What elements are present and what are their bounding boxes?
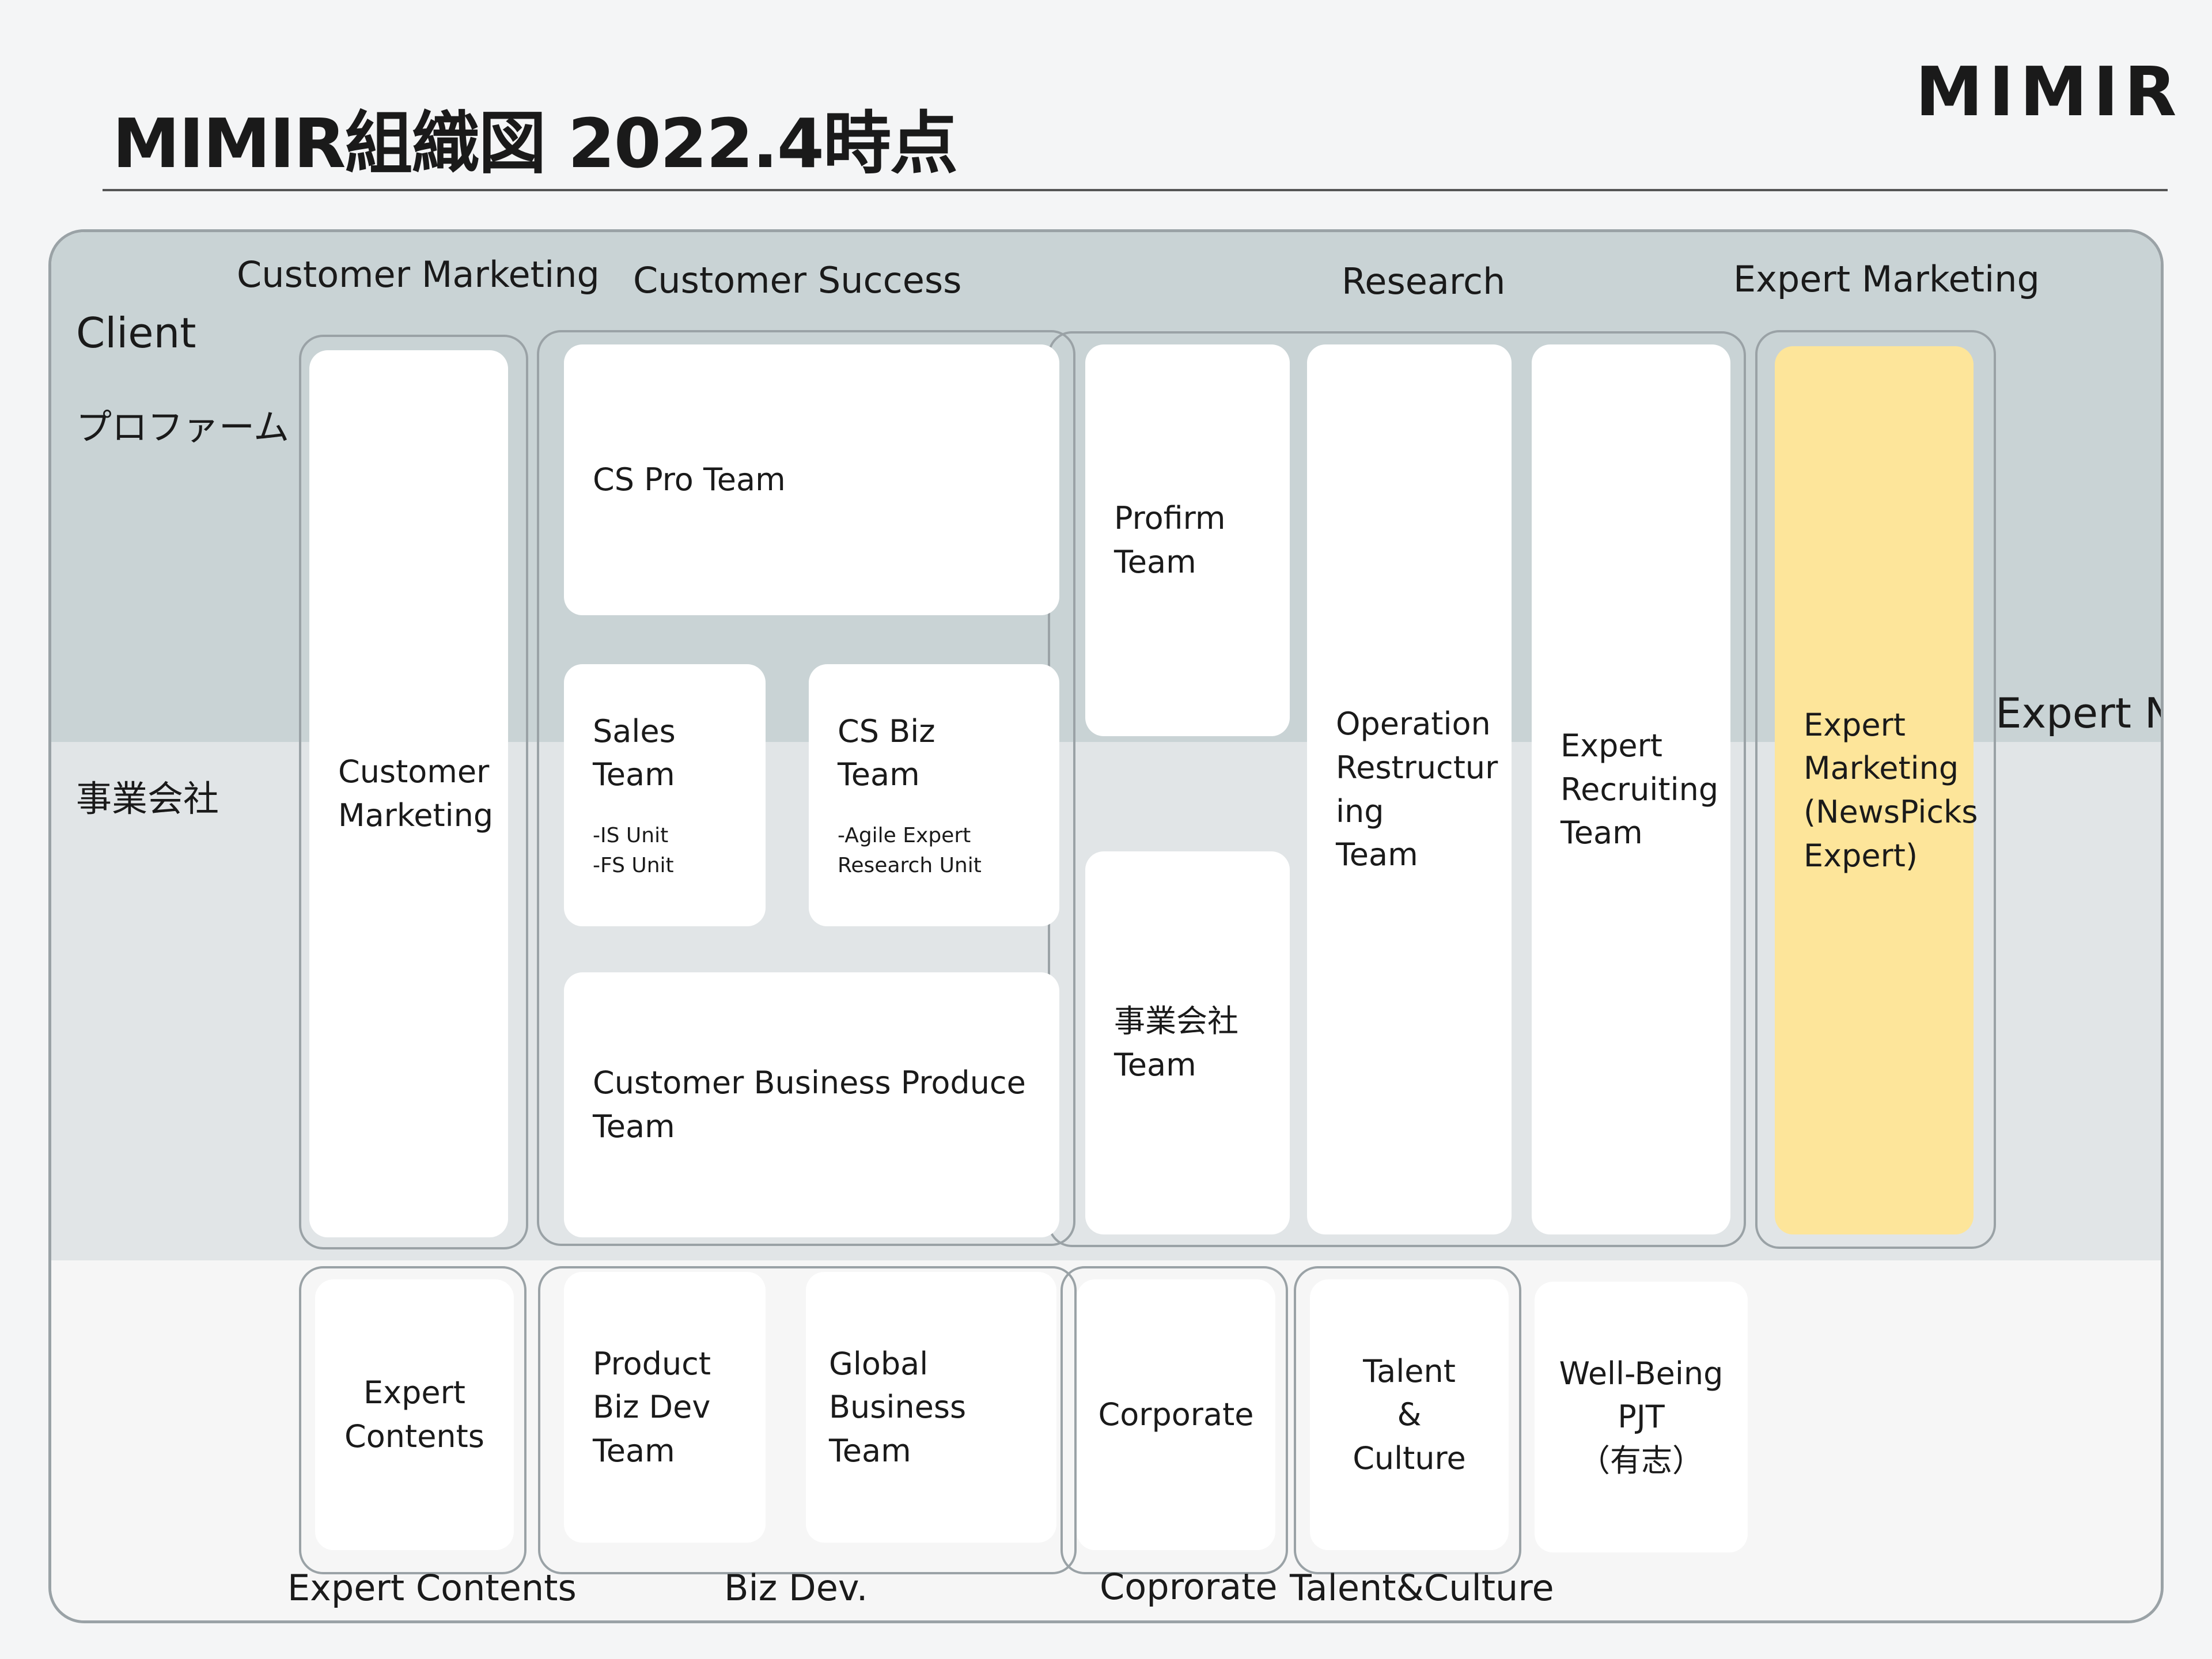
team-units: -IS Unit -FS Unit xyxy=(593,823,674,878)
team-name: Profirm Team xyxy=(1114,500,1226,580)
team-name: Talent & Culture xyxy=(1353,1353,1466,1476)
section-label-customer-success: Customer Success xyxy=(633,259,962,301)
team-expert-marketing: Expert Marketing (NewsPicks Expert) xyxy=(1775,346,1978,1234)
page-title: MIMIR組織図 2022.4時点 xyxy=(112,104,958,183)
team-jigyo: 事業会社 Team xyxy=(1085,851,1290,1234)
team-units: -Agile Expert Research Unit xyxy=(838,823,982,878)
jigyo-label: 事業会社 xyxy=(76,778,219,820)
team-well-being-pjt: Well-Being PJT （有志） xyxy=(1535,1282,1748,1552)
team-name: Global Business Team xyxy=(829,1345,967,1469)
team-name: CS Pro Team xyxy=(593,461,786,498)
team-product-biz-dev: Product Biz Dev Team xyxy=(564,1272,766,1543)
profirm-label: プロファーム xyxy=(76,406,290,448)
team-cs-biz: CS Biz Team -Agile Expert Research Unit xyxy=(809,664,1059,926)
expert-network-label: Expert Network xyxy=(1995,689,2161,737)
team-name: Expert Marketing (NewsPicks Expert) xyxy=(1804,706,1978,874)
section-label-customer-marketing: Customer Marketing xyxy=(237,253,600,296)
team-customer-marketing: Customer Marketing xyxy=(309,350,508,1237)
section-label-research: Research xyxy=(1342,260,1506,302)
team-profirm: Profirm Team xyxy=(1085,344,1290,736)
team-expert-recruiting: Expert Recruiting Team xyxy=(1532,344,1730,1234)
team-customer-business-produce: Customer Business Produce Team xyxy=(564,972,1059,1237)
team-cs-pro: CS Pro Team xyxy=(564,344,1059,615)
section-label-corporate: Coprorate xyxy=(1100,1566,1278,1608)
team-name: Expert Recruiting Team xyxy=(1560,728,1719,851)
brand-logo: MIMIR xyxy=(1915,52,2183,131)
client-label: Client xyxy=(76,309,196,357)
team-name: Expert Contents xyxy=(344,1374,484,1455)
section-label-biz-dev: Biz Dev. xyxy=(724,1567,868,1609)
team-name: Customer Marketing xyxy=(338,753,494,834)
team-name: CS Biz Team xyxy=(838,713,935,793)
team-sales: Sales Team -IS Unit -FS Unit xyxy=(564,664,766,926)
team-operation-restructuring: Operation Restructur ing Team xyxy=(1307,344,1512,1234)
section-label-expert-contents: Expert Contents xyxy=(287,1567,577,1609)
team-name: 事業会社 Team xyxy=(1114,1002,1238,1083)
team-talent-culture: Talent & Culture xyxy=(1310,1279,1509,1550)
team-name: Well-Being PJT （有志） xyxy=(1559,1355,1724,1479)
team-name: Customer Business Produce Team xyxy=(593,1065,1026,1145)
team-corporate: Corporate xyxy=(1077,1279,1275,1550)
section-label-expert-marketing: Expert Marketing xyxy=(1733,258,2040,300)
section-label-talent-culture: Talent&Culture xyxy=(1290,1567,1554,1609)
team-global-business: Global Business Team xyxy=(806,1272,1056,1543)
team-name: Operation Restructur ing Team xyxy=(1336,706,1498,873)
team-name: Sales Team xyxy=(593,713,676,793)
title-divider xyxy=(103,189,2168,191)
team-expert-contents: Expert Contents xyxy=(315,1279,514,1550)
team-name: Corporate xyxy=(1098,1396,1254,1433)
team-name: Product Biz Dev Team xyxy=(593,1345,711,1469)
org-chart: Client プロファーム 事業会社 Expert Network Custom… xyxy=(48,229,2164,1623)
